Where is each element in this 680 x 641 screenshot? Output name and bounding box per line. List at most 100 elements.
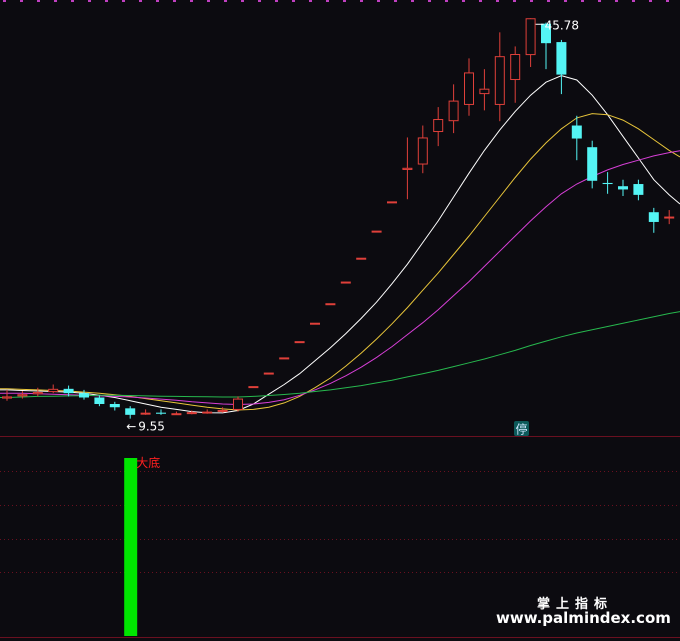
top-marker-dot: [207, 0, 210, 2]
indicator-layer: [124, 458, 138, 636]
top-marker-dot: [649, 0, 652, 2]
candle-body-up: [263, 372, 274, 375]
top-marker-dot: [309, 0, 312, 2]
background-layer: [0, 0, 680, 641]
low-price-arrow: ←: [126, 420, 136, 434]
candle-body-up: [48, 388, 59, 393]
high-price-label: 45.78: [545, 18, 579, 32]
top-marker-dot: [122, 0, 125, 2]
candle-body-down: [79, 393, 89, 398]
candle-body-up: [479, 88, 490, 95]
stock-chart: 45.78 ← 9.55 停 大底 掌上指标 www.palmindex.com: [0, 0, 680, 641]
top-marker-dot: [88, 0, 91, 2]
candle-body-up: [464, 72, 474, 105]
top-marker-dot: [258, 0, 261, 2]
top-marker-dot: [496, 0, 499, 2]
top-marker-dot: [411, 0, 414, 2]
top-marker-dot: [37, 0, 40, 2]
candle-body-up: [387, 201, 397, 204]
top-marker-dot: [326, 0, 329, 2]
candle-body-up: [32, 392, 43, 395]
top-marker-dot: [71, 0, 74, 2]
top-marker-dot: [428, 0, 431, 2]
candle-15: [233, 396, 243, 412]
top-marker-dot: [547, 0, 550, 2]
candle-body-down: [63, 388, 74, 394]
top-marker-dot: [479, 0, 482, 2]
top-marker-dot: [394, 0, 397, 2]
top-marker-dot: [615, 0, 618, 2]
candle-body-up: [294, 341, 305, 344]
top-marker-dot: [20, 0, 23, 2]
candle-body-up: [310, 322, 320, 325]
top-marker-dot: [139, 0, 142, 2]
candle-body-up: [325, 303, 336, 306]
low-price-label: 9.55: [138, 420, 165, 434]
candle-body-up: [448, 100, 459, 122]
candle-body-up: [402, 167, 413, 170]
top-marker-dot: [190, 0, 193, 2]
candle-body-up: [340, 281, 351, 284]
top-marker-dot: [445, 0, 448, 2]
candle-body-up: [494, 56, 505, 105]
candle-body-down: [602, 182, 613, 185]
candle-body-up: [510, 54, 521, 81]
candle-body-down: [125, 408, 136, 415]
top-marker-dot: [666, 0, 669, 2]
top-marker-dot: [224, 0, 227, 2]
candle-body-up: [2, 396, 12, 399]
candle-body-up: [248, 386, 259, 389]
top-marker-dot: [241, 0, 244, 2]
candle-body-up: [233, 398, 243, 410]
candle-body-up: [140, 412, 151, 415]
candle-body-down: [618, 186, 628, 190]
indicator-signal-label: 大底: [136, 455, 160, 470]
top-marker-dot: [105, 0, 108, 2]
candle-22: [340, 281, 351, 284]
top-marker-dot: [292, 0, 295, 2]
top-marker-dot: [513, 0, 516, 2]
candle-19: [294, 341, 305, 344]
top-marker-dot: [343, 0, 346, 2]
candle-18: [279, 357, 290, 360]
top-marker-dot: [581, 0, 584, 2]
candle-24: [371, 230, 382, 233]
top-marker-dot: [3, 0, 6, 2]
top-marker-dot: [462, 0, 465, 2]
candle-body-down: [556, 42, 567, 75]
candle-25: [387, 201, 397, 204]
candle-body-up: [433, 119, 444, 133]
top-marker-dot: [598, 0, 601, 2]
candle-21: [325, 303, 336, 306]
top-marker-dot: [632, 0, 635, 2]
indicator-bar: [124, 458, 138, 636]
candle-body-down: [633, 184, 644, 195]
top-marker-dot: [564, 0, 567, 2]
watermark-url: www.palmindex.com: [496, 609, 671, 627]
top-marker-dot: [530, 0, 533, 2]
top-marker-dot: [377, 0, 380, 2]
candle-body-up: [17, 394, 28, 397]
candle-body-up: [356, 257, 367, 260]
top-marker-dot: [173, 0, 176, 2]
candle-20: [310, 322, 320, 325]
candle-body-down: [156, 412, 166, 414]
badge-text: 停: [516, 422, 528, 437]
suspension-badge: 停: [514, 421, 529, 437]
candle-17: [263, 372, 274, 375]
candle-body-down: [587, 147, 598, 181]
candle-body-down: [571, 125, 582, 139]
candle-16: [248, 386, 259, 389]
candle-body-up: [417, 137, 428, 165]
candle-body-down: [94, 397, 105, 404]
candle-body-down: [109, 403, 120, 408]
low-price-annotation: ← 9.55: [126, 420, 165, 434]
candle-23: [356, 257, 367, 260]
top-marker-dot: [360, 0, 363, 2]
candle-body-up: [171, 413, 182, 416]
candle-body-up: [279, 357, 290, 360]
top-marker-dot: [275, 0, 278, 2]
candle-body-up: [186, 412, 197, 415]
chart-background: [0, 0, 680, 641]
candle-body-up: [664, 216, 675, 219]
